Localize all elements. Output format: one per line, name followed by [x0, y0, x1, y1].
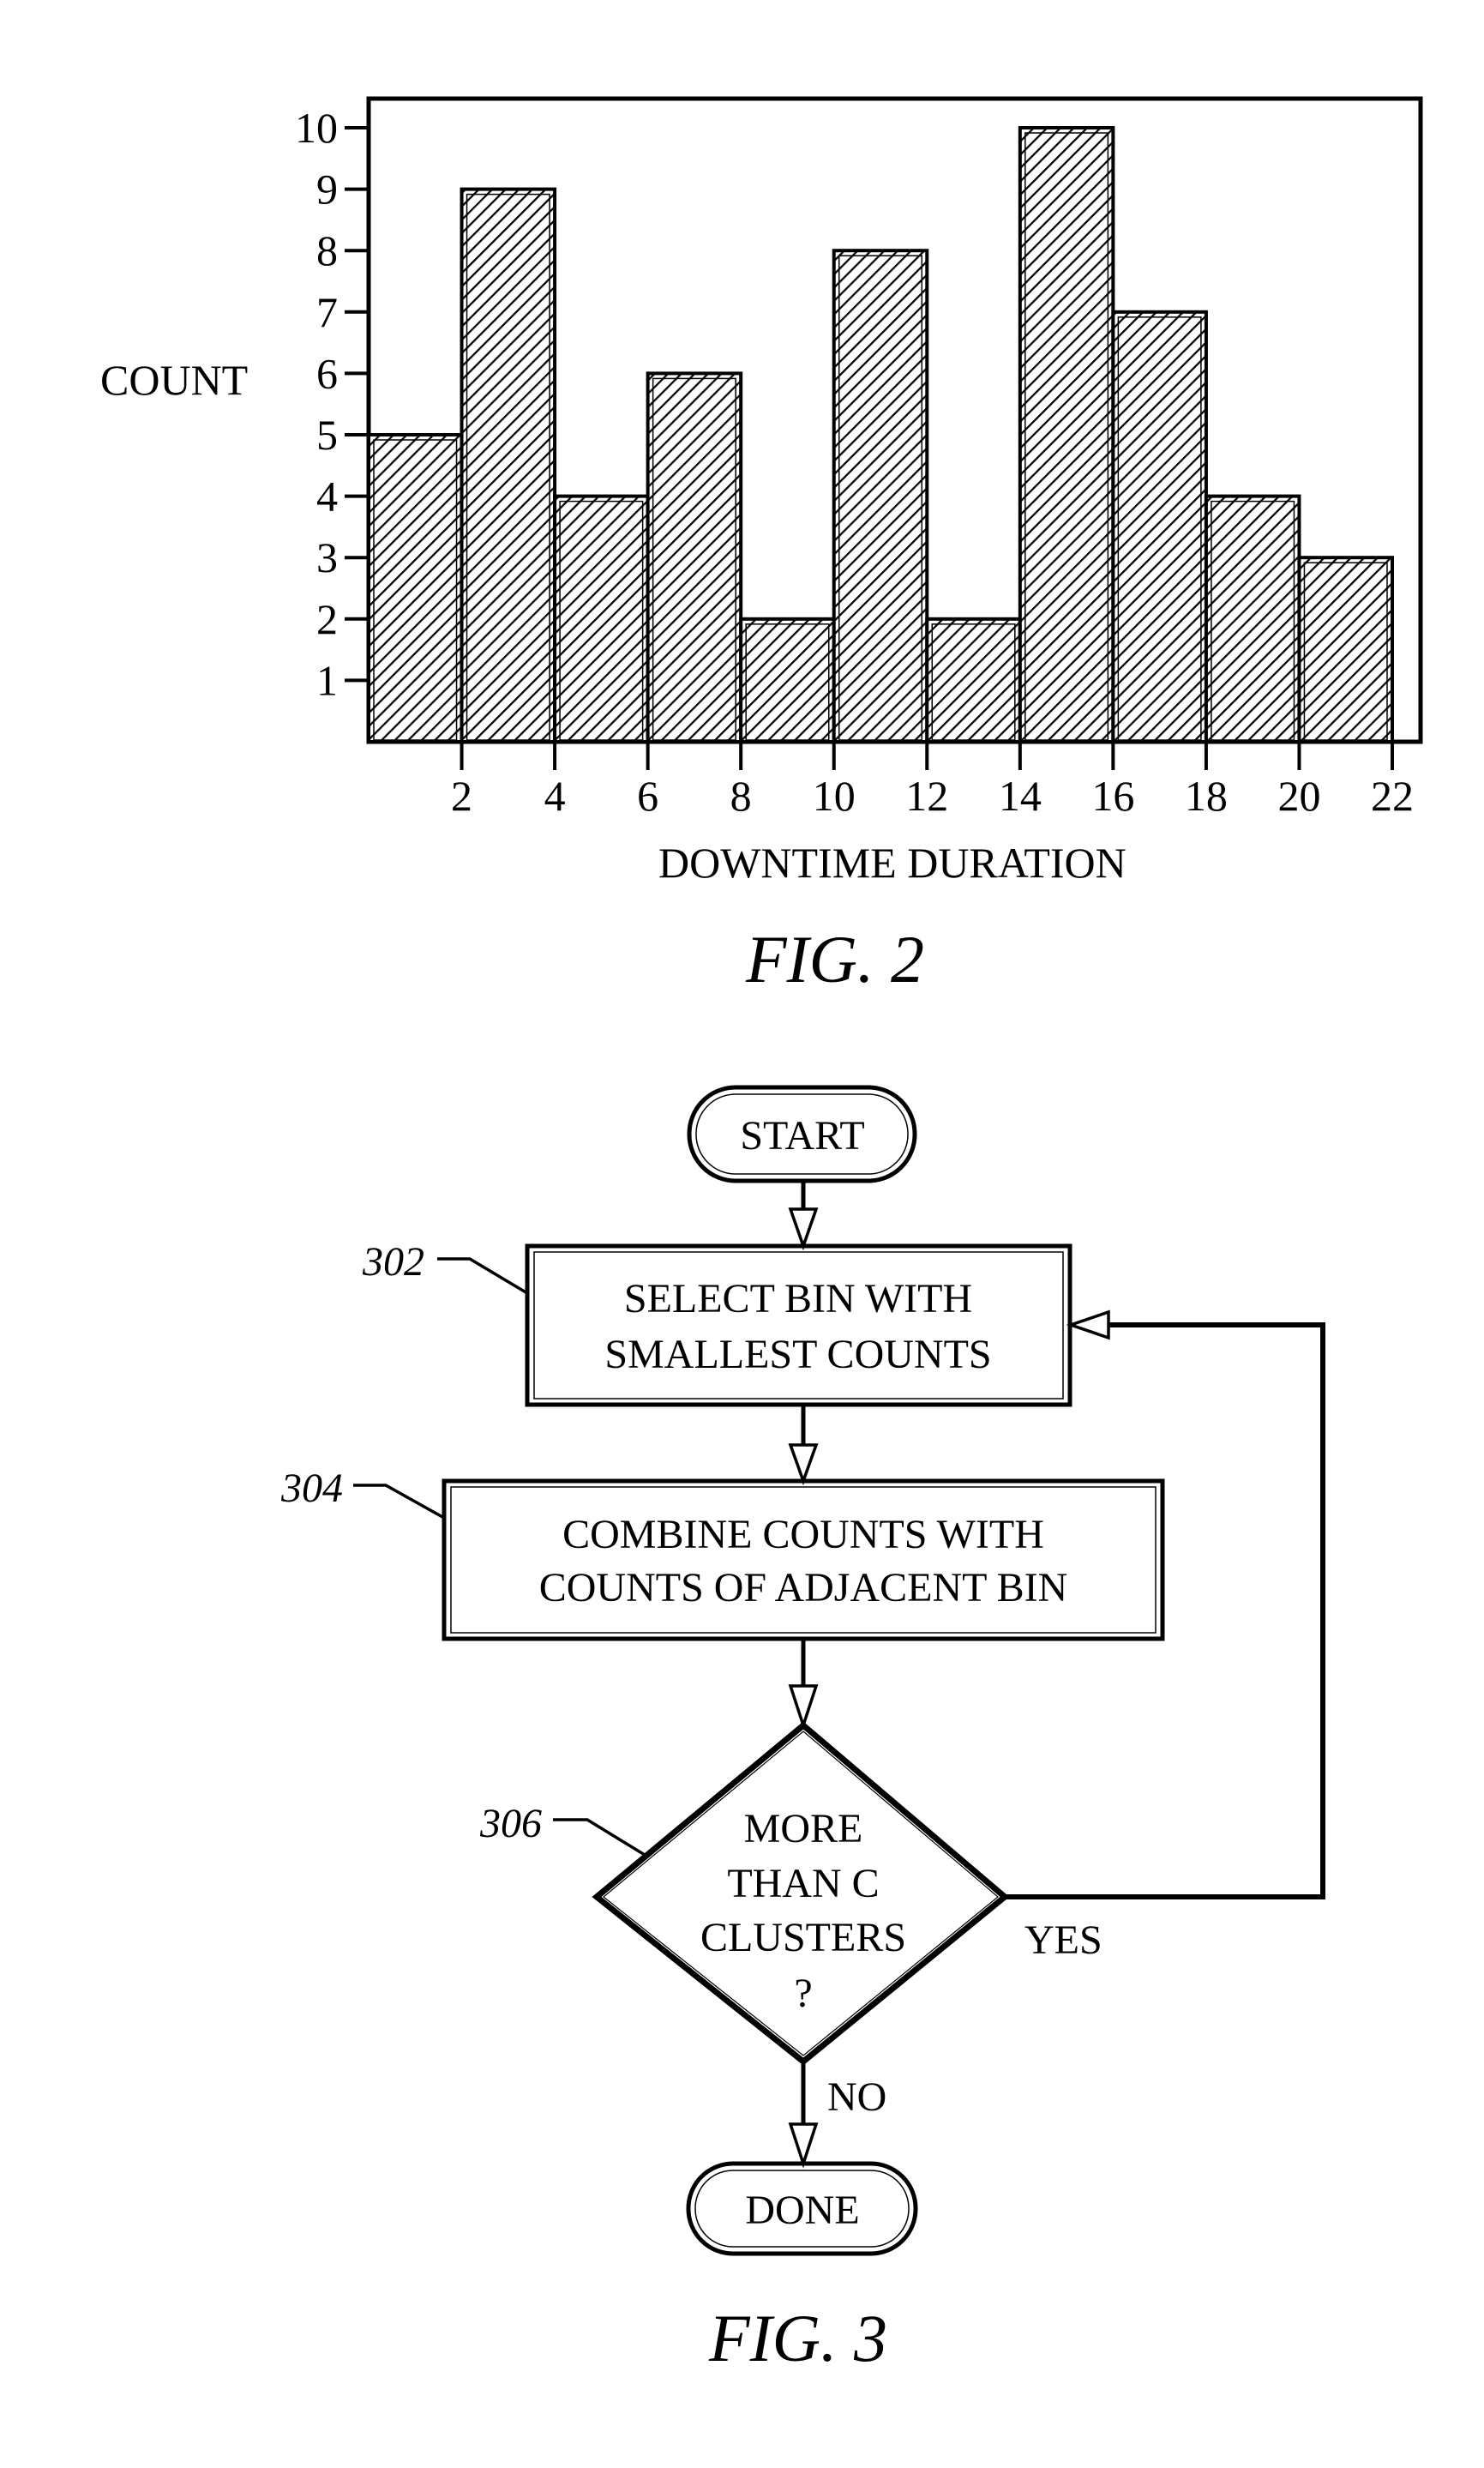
step-304-line-1: COMBINE COUNTS WITH — [562, 1512, 1044, 1557]
start-terminal: START — [687, 1085, 917, 1183]
y-tick-label: 1 — [316, 656, 338, 704]
yes-label: YES — [1024, 1917, 1102, 1963]
leader-line-306 — [553, 1818, 646, 1857]
process-box-302: SELECT BIN WITH SMALLEST COUNTS — [525, 1243, 1072, 1407]
figure-caption-3: FIG. 3 — [708, 2301, 887, 2375]
y-tick-label: 8 — [316, 226, 338, 274]
histogram-bar — [739, 617, 836, 743]
no-branch-arrow — [788, 2062, 819, 2169]
x-tick-label: 16 — [1091, 772, 1134, 820]
y-axis-title: COUNT — [100, 356, 248, 404]
histogram-bar — [460, 187, 557, 744]
histogram-bar — [646, 371, 743, 743]
x-axis-title: DOWNTIME DURATION — [658, 839, 1127, 887]
histogram-bar — [1018, 126, 1115, 743]
ref-label-306: 306 — [479, 1801, 542, 1846]
done-label: DONE — [745, 2188, 859, 2233]
patent-figures: 12345678910 2 4 6 8 10 12 14 16 18 20 22 COUNT DOW… — [100, 96, 1423, 2375]
y-tick-label: 2 — [316, 595, 338, 643]
leader-line-302 — [437, 1257, 528, 1295]
y-axis-ticks: 1 2 3 4 5 6 7 8 9 10 — [295, 104, 369, 704]
histogram-bar — [1297, 556, 1395, 744]
y-tick-label: 7 — [316, 288, 338, 336]
y-tick-label: 6 — [316, 349, 338, 397]
histogram-bar — [925, 617, 1022, 743]
decision-line-3: CLUSTERS — [700, 1915, 906, 1960]
histogram-chart: 12345678910 2 4 6 8 10 12 14 16 18 20 22 COUNT DOW… — [100, 96, 1423, 996]
x-tick-label: 14 — [999, 772, 1042, 820]
y-tick-label: 9 — [316, 166, 338, 214]
x-tick-label: 12 — [905, 772, 948, 820]
flowchart: START SELECT BIN WITH SMALLEST COUNTS 30… — [280, 1085, 1325, 2375]
x-tick-label: 4 — [544, 772, 566, 820]
bars-group — [367, 126, 1395, 744]
decision-diamond-306: MORE THAN C CLUSTERS ? — [592, 1721, 1010, 2066]
x-tick-label: 10 — [813, 772, 856, 820]
x-axis-ticks: 2 4 6 8 10 12 14 16 18 20 22 — [451, 742, 1414, 820]
y-tick-label: 10 — [295, 104, 338, 152]
histogram-bar — [1204, 494, 1301, 743]
x-tick-label: 20 — [1277, 772, 1320, 820]
process-box-304: COMBINE COUNTS WITH COUNTS OF ADJACENT B… — [442, 1478, 1165, 1641]
x-tick-label: 6 — [637, 772, 658, 820]
x-tick-label: 8 — [730, 772, 752, 820]
leader-line-304 — [353, 1484, 445, 1520]
histogram-bar — [553, 494, 650, 743]
step-304-line-2: COUNTS OF ADJACENT BIN — [539, 1565, 1068, 1610]
x-tick-label: 18 — [1185, 772, 1228, 820]
histogram-bar — [832, 249, 929, 743]
x-tick-label: 2 — [451, 772, 472, 820]
decision-line-2: THAN C — [727, 1861, 879, 1906]
y-tick-label: 3 — [316, 533, 338, 581]
step-302-line-2: SMALLEST COUNTS — [604, 1332, 991, 1377]
decision-line-4: ? — [794, 1971, 812, 2016]
decision-line-1: MORE — [744, 1806, 863, 1851]
arrow-304-to-306 — [788, 1639, 819, 1731]
histogram-bar — [367, 433, 464, 743]
done-terminal: DONE — [686, 2161, 918, 2256]
no-label: NO — [827, 2074, 886, 2120]
y-tick-label: 4 — [316, 473, 338, 521]
ref-label-302: 302 — [362, 1239, 424, 1285]
y-tick-label: 5 — [316, 411, 338, 459]
step-302-line-1: SELECT BIN WITH — [624, 1276, 972, 1321]
x-tick-label: 22 — [1371, 772, 1414, 820]
ref-label-304: 304 — [280, 1466, 343, 1511]
figure-caption-2: FIG. 2 — [745, 922, 924, 996]
start-label: START — [740, 1113, 864, 1159]
histogram-bar — [1111, 310, 1208, 743]
arrow-302-to-304 — [788, 1405, 819, 1486]
arrow-start-to-302 — [788, 1181, 819, 1251]
